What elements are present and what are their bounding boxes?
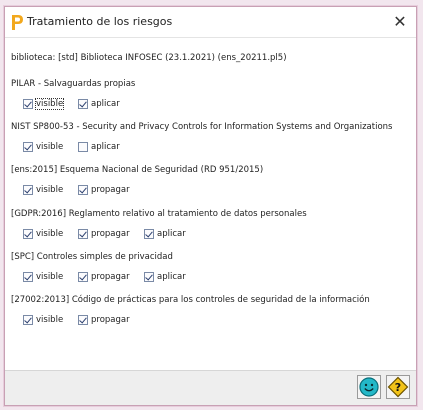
checkbox-aplicar[interactable]: aplicar xyxy=(78,141,120,153)
checkbox-label: propagar xyxy=(91,272,130,282)
checkbox-aplicar[interactable]: aplicar xyxy=(144,271,186,283)
checkbox-label: aplicar xyxy=(157,229,186,239)
library-info: biblioteca: [std] Biblioteca INFOSEC (23… xyxy=(11,53,287,63)
checkbox-checked-icon[interactable] xyxy=(78,315,88,325)
section-title: [ens:2015] Esquema Nacional de Seguridad… xyxy=(11,165,264,175)
checkbox-propagar[interactable]: propagar xyxy=(78,314,130,326)
checkbox-row: visible aplicar xyxy=(11,141,392,155)
checkbox-visible[interactable]: visible xyxy=(23,184,63,196)
checkbox-checked-icon[interactable] xyxy=(78,272,88,282)
section-5: [SPC] Controles simples de privacidad vis… xyxy=(11,252,186,285)
section-2: NIST SP800-53 - Security and Privacy Con… xyxy=(11,122,392,155)
checkbox-aplicar[interactable]: aplicar xyxy=(144,228,186,240)
checkbox-visible[interactable]: visible xyxy=(23,141,63,153)
checkbox-checked-icon[interactable] xyxy=(23,185,33,195)
checkbox-checked-icon[interactable] xyxy=(78,229,88,239)
checkbox-checked-icon[interactable] xyxy=(144,272,154,282)
checkbox-label: aplicar xyxy=(91,142,120,152)
help-button[interactable]: ? xyxy=(386,375,410,399)
checkbox-visible[interactable]: visible xyxy=(23,314,63,326)
checkbox-checked-icon[interactable] xyxy=(144,229,154,239)
checkbox-row: visible aplicar xyxy=(11,98,135,112)
section-1: PILAR - Salvaguardas propias visible aplic… xyxy=(11,79,135,112)
checkbox-row: visible propagar aplicar xyxy=(11,271,186,285)
smiley-ok-icon xyxy=(359,377,379,397)
help-icon: ? xyxy=(387,376,409,398)
checkbox-checked-icon[interactable] xyxy=(78,185,88,195)
checkbox-row: visible propagar xyxy=(11,184,263,198)
checkbox-propagar[interactable]: propagar xyxy=(78,228,130,240)
checkbox-unchecked-icon[interactable] xyxy=(78,142,88,152)
checkbox-visible[interactable]: visible xyxy=(23,271,63,283)
checkbox-label: propagar xyxy=(91,229,130,239)
checkbox-label: propagar xyxy=(91,315,130,325)
checkbox-checked-icon[interactable] xyxy=(23,142,33,152)
title-bar[interactable]: Tratamiento de los riesgos ✕ xyxy=(5,7,416,38)
checkbox-label: aplicar xyxy=(157,272,186,282)
checkbox-propagar[interactable]: propagar xyxy=(78,184,130,196)
checkbox-label: visible xyxy=(36,229,64,239)
section-4: [GDPR:2016] Reglamento relativo al trata… xyxy=(11,209,307,242)
checkbox-checked-icon[interactable] xyxy=(23,99,33,109)
checkbox-row: visible propagar xyxy=(11,314,370,328)
checkbox-checked-icon[interactable] xyxy=(78,99,88,109)
checkbox-label: visible xyxy=(36,185,64,195)
dialog-content: biblioteca: [std] Biblioteca INFOSEC (23… xyxy=(5,38,416,371)
checkbox-checked-icon[interactable] xyxy=(23,272,33,282)
checkbox-visible[interactable]: visible xyxy=(23,228,63,240)
dialog-footer: ? xyxy=(5,370,416,405)
checkbox-propagar[interactable]: propagar xyxy=(78,271,130,283)
section-title: PILAR - Salvaguardas propias xyxy=(11,79,136,89)
section-title: [GDPR:2016] Reglamento relativo al trata… xyxy=(11,209,307,219)
checkbox-label: visible xyxy=(36,272,64,282)
dialog-window: Tratamiento de los riesgos ✕ biblioteca:… xyxy=(4,6,417,406)
checkbox-row: visible propagar aplicar xyxy=(11,228,307,242)
svg-text:?: ? xyxy=(395,381,401,394)
checkbox-label: aplicar xyxy=(91,99,120,109)
window-title: Tratamiento de los riesgos xyxy=(27,15,173,28)
section-title: [SPC] Controles simples de privacidad xyxy=(11,252,173,262)
checkbox-label: visible xyxy=(36,315,64,325)
checkbox-aplicar[interactable]: aplicar xyxy=(78,98,120,110)
checkbox-label: visible xyxy=(36,142,64,152)
section-title: [27002:2013] Código de prácticas para lo… xyxy=(11,295,370,305)
section-3: [ens:2015] Esquema Nacional de Seguridad… xyxy=(11,165,263,198)
section-title: NIST SP800-53 - Security and Privacy Con… xyxy=(11,122,393,132)
checkbox-checked-icon[interactable] xyxy=(23,229,33,239)
pilar-app-icon xyxy=(12,15,23,30)
checkbox-checked-icon[interactable] xyxy=(23,315,33,325)
section-6: [27002:2013] Código de prácticas para lo… xyxy=(11,295,370,328)
checkbox-visible[interactable]: visible xyxy=(23,98,65,110)
checkbox-label: propagar xyxy=(91,185,130,195)
ok-button[interactable] xyxy=(357,375,381,399)
checkbox-label: visible xyxy=(34,98,65,110)
close-button[interactable]: ✕ xyxy=(384,7,416,37)
close-icon: ✕ xyxy=(393,12,407,31)
